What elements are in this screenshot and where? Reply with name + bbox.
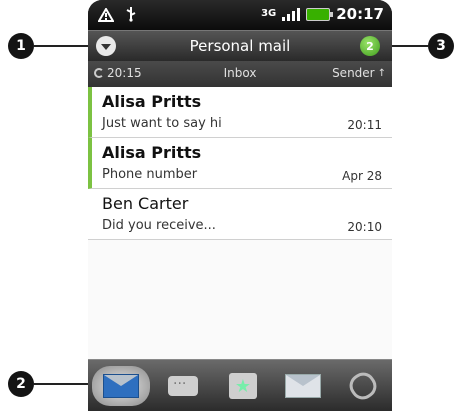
envelope-icon (103, 374, 139, 398)
tab-unread[interactable] (274, 366, 332, 406)
message-row[interactable]: Ben Carter Did you receive... 20:10 (88, 189, 392, 240)
account-title: Personal mail (189, 37, 291, 55)
tab-attachments[interactable] (334, 366, 392, 406)
message-date: 20:11 (347, 118, 382, 132)
callout-1-line (34, 45, 92, 47)
network-type: 3G (261, 8, 277, 19)
unread-count-badge[interactable]: 2 (360, 36, 380, 56)
message-row[interactable]: Alisa Pritts Phone number Apr 28 (88, 138, 392, 189)
callout-1: 1 (8, 33, 34, 59)
usb-icon (124, 6, 138, 26)
status-time: 20:17 (336, 5, 384, 23)
signal-icon (282, 7, 301, 21)
callout-2-line (34, 383, 92, 385)
tab-all-mail[interactable] (92, 366, 150, 406)
message-sender: Ben Carter (102, 194, 189, 213)
folder-bar: 20:15 Inbox Sender ↑ (88, 61, 392, 87)
message-list: Alisa Pritts Just want to say hi 20:11 A… (88, 87, 392, 359)
tab-bar: ★ (88, 359, 392, 411)
sort-control[interactable]: Sender ↑ (332, 66, 386, 80)
message-row[interactable]: Alisa Pritts Just want to say hi 20:11 (88, 87, 392, 138)
phone-screen: 3G 20:17 Personal mail 2 20:15 Inbox Sen… (88, 0, 392, 411)
message-sender: Alisa Pritts (102, 92, 202, 111)
callout-3: 3 (428, 33, 454, 59)
status-bar: 3G 20:17 (88, 0, 392, 30)
paperclip-icon (344, 367, 382, 405)
sort-label: Sender (332, 66, 375, 80)
message-sender: Alisa Pritts (102, 143, 202, 162)
message-subject: Phone number (102, 167, 198, 182)
tab-conversations[interactable] (154, 366, 212, 406)
sort-arrow-icon: ↑ (377, 67, 386, 79)
star-icon: ★ (229, 373, 257, 399)
unread-envelope-icon (285, 374, 321, 398)
tab-favorites[interactable]: ★ (214, 366, 272, 406)
alert-icon (97, 6, 115, 26)
message-subject: Just want to say hi (102, 116, 222, 131)
message-subject: Did you receive... (102, 218, 216, 233)
battery-icon (306, 7, 334, 21)
message-date: 20:10 (347, 220, 382, 234)
callout-2: 2 (8, 371, 34, 397)
conversation-icon (168, 376, 198, 396)
message-date: Apr 28 (342, 169, 382, 183)
header-bar: Personal mail 2 (88, 30, 392, 61)
